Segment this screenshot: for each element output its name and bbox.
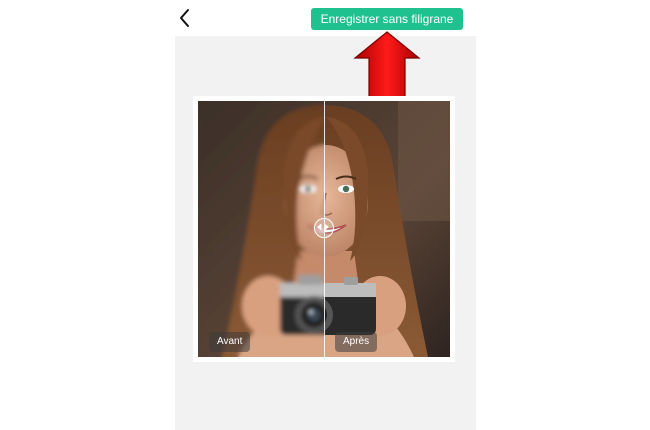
up-arrow-icon bbox=[353, 31, 421, 101]
app-screen: Enregistrer sans filigrane Avant Après bbox=[0, 0, 650, 430]
chevron-left-icon bbox=[180, 9, 189, 27]
after-label: Après bbox=[335, 332, 378, 352]
before-after-photo[interactable]: Avant Après bbox=[198, 101, 450, 357]
comparison-handle[interactable] bbox=[314, 218, 334, 238]
back-button[interactable] bbox=[174, 6, 198, 30]
save-without-watermark-button[interactable]: Enregistrer sans filigrane bbox=[311, 8, 463, 30]
left-right-arrows-icon bbox=[316, 223, 329, 230]
before-label: Avant bbox=[209, 332, 251, 352]
